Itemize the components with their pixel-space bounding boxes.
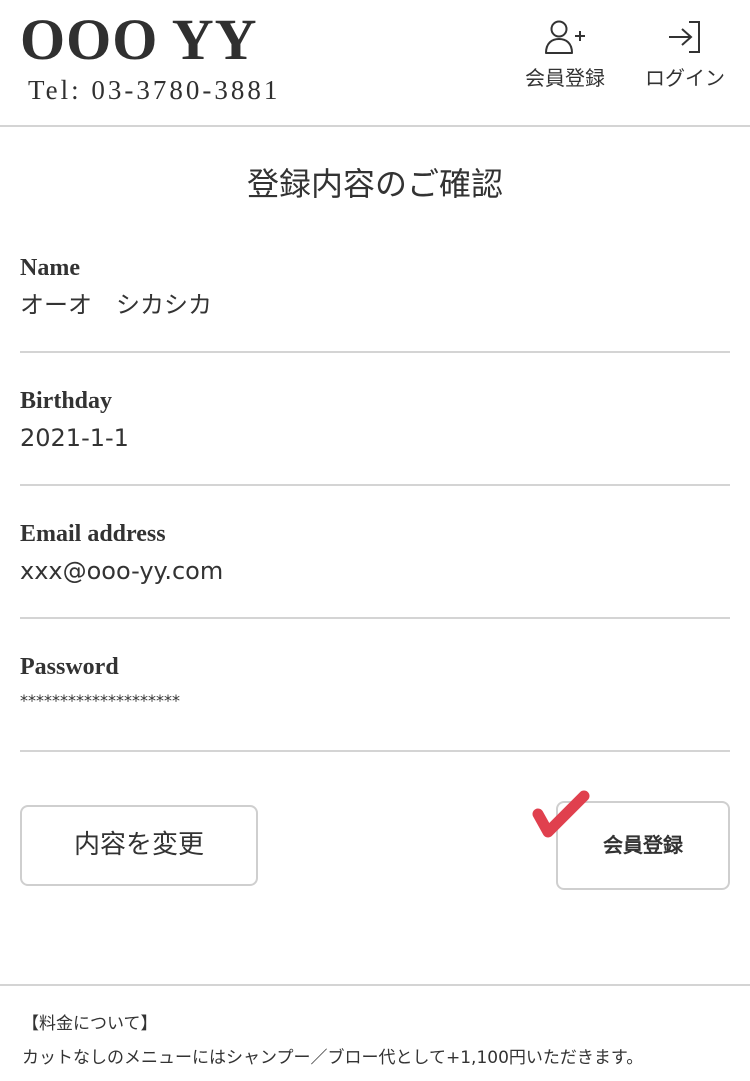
nav-register-button[interactable]: 会員登録 — [515, 18, 615, 108]
add-user-icon — [545, 20, 585, 54]
footer-divider — [0, 984, 750, 986]
nav-login-label: ログイン — [645, 66, 725, 90]
site-header: OOO YY Tel: 03-3780-3881 会員登録 ログイン — [0, 0, 750, 127]
login-arrow-icon — [669, 21, 700, 53]
field-email-value: xxx@ooo-yy.com — [20, 557, 224, 585]
edit-button[interactable]: 内容を変更 — [20, 805, 258, 886]
field-name-value: オーオ シカシカ — [20, 291, 212, 319]
field-password-value: ******************** — [20, 691, 180, 710]
fee-text: カットなしのメニューにはシャンプー／ブロー代として+1,100円いただきます。 — [22, 1048, 644, 1068]
field-birthday-value: 2021-1-1 — [20, 424, 129, 452]
nav-login-button[interactable]: ログイン — [635, 18, 735, 108]
field-birthday-label: Birthday — [20, 388, 113, 414]
field-name-label: Name — [20, 255, 80, 281]
check-mark-icon — [532, 790, 590, 838]
field-email: Email address xxx@ooo-yy.com — [20, 516, 730, 619]
phone-number: Tel: 03-3780-3881 — [28, 75, 281, 105]
field-birthday: Birthday 2021-1-1 — [20, 383, 730, 486]
brand-logo[interactable]: OOO YY — [20, 8, 257, 72]
field-password-label: Password — [20, 654, 119, 680]
nav-register-label: 会員登録 — [525, 66, 605, 90]
field-password: Password ******************** — [20, 649, 730, 752]
page-title: 登録内容のご確認 — [246, 165, 503, 203]
field-name: Name オーオ シカシカ — [20, 250, 730, 353]
field-email-label: Email address — [20, 521, 166, 547]
fee-title: 【料金について】 — [22, 1014, 158, 1034]
